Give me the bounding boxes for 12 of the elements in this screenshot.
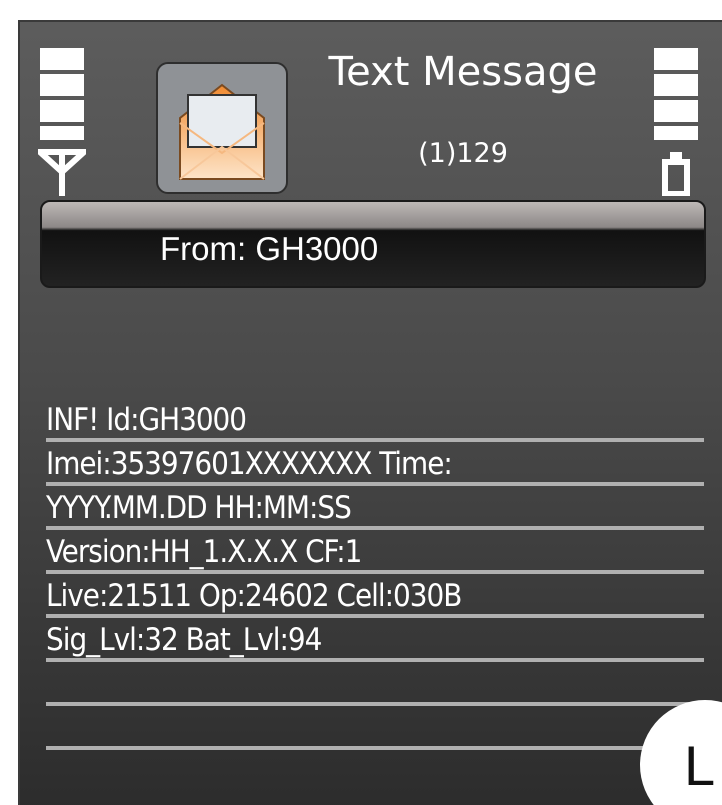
message-count: (1)129 <box>418 138 508 169</box>
sender-bar: From: GH3000 <box>40 200 706 288</box>
signal-icon <box>38 48 86 196</box>
message-line: Version:HH_1.X.X.X CF:1 <box>46 533 362 571</box>
battery-icon <box>652 48 700 196</box>
screen-title: Text Message <box>328 52 598 92</box>
message-line: YYYY.MM.DD HH:MM:SS <box>46 489 351 527</box>
message-line: INF! Id:GH3000 <box>46 401 246 439</box>
message-line: Sig_Lvl:32 Bat_Lvl:94 <box>46 621 322 659</box>
corner-badge: L <box>640 700 722 805</box>
message-line: Live:21511 Op:24602 Cell:030B <box>46 577 462 615</box>
message-line: Imei:35397601XXXXXXX Time: <box>46 445 452 483</box>
